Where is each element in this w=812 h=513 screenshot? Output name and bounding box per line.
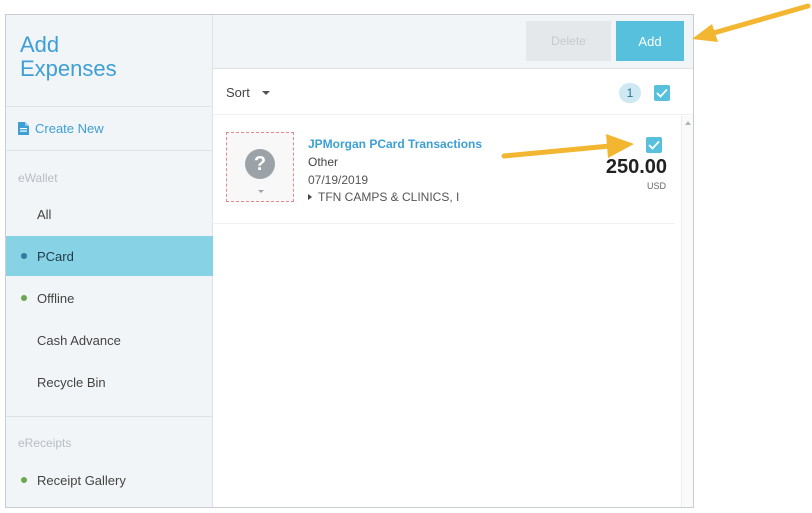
expand-caret-icon <box>308 194 312 200</box>
sort-dropdown[interactable]: Sort <box>226 85 270 100</box>
question-icon: ? <box>245 149 275 179</box>
scrollbar[interactable] <box>681 116 693 507</box>
create-new-button[interactable]: Create New <box>18 119 104 137</box>
expense-type: Other <box>308 155 339 169</box>
title-line-2: Expenses <box>20 56 117 81</box>
delete-button[interactable]: Delete <box>526 21 611 61</box>
main-panel: Delete Add Sort 1 ? JPMorgan PCard Trans… <box>213 15 693 507</box>
sidebar-item-label: All <box>37 206 52 222</box>
divider <box>6 416 213 417</box>
divider <box>6 106 213 107</box>
divider <box>6 150 213 151</box>
expense-date: 07/19/2019 <box>308 173 369 187</box>
sidebar-item-label: Recycle Bin <box>37 374 106 390</box>
checkbox-icon <box>656 88 668 98</box>
row-checkbox[interactable] <box>646 137 662 153</box>
page-title: Add Expenses <box>20 33 117 81</box>
document-icon <box>18 121 29 135</box>
status-dot <box>21 295 27 301</box>
status-dot <box>21 253 27 259</box>
list-item[interactable]: ? JPMorgan PCard Transactions Other 07/1… <box>213 116 675 224</box>
sidebar-item-receipt-gallery[interactable]: Receipt Gallery <box>6 460 213 500</box>
status-dot <box>21 477 27 483</box>
vendor-label: TFN CAMPS & CLINICS, I <box>318 190 460 204</box>
section-label-ewallet: eWallet <box>18 171 58 185</box>
toolbar: Delete Add <box>213 15 693 69</box>
expense-currency: USD <box>646 181 666 191</box>
arrow-annotation-icon <box>692 3 811 42</box>
sidebar-item-offline[interactable]: Offline <box>6 278 213 318</box>
expense-title-link[interactable]: JPMorgan PCard Transactions <box>308 137 482 151</box>
sidebar-item-cash-advance[interactable]: Cash Advance <box>6 320 213 360</box>
title-line-1: Add <box>20 32 60 57</box>
sort-caret-icon <box>261 90 270 95</box>
expense-vendor[interactable]: TFN CAMPS & CLINICS, I <box>308 190 459 204</box>
add-button[interactable]: Add <box>616 21 684 61</box>
scroll-up-icon <box>685 121 691 125</box>
sidebar: Add Expenses Create New eWallet All PCar… <box>6 15 213 507</box>
arrow-annotation-icon <box>501 134 634 159</box>
section-label-ereceipts: eReceipts <box>18 436 72 450</box>
receipt-thumbnail[interactable]: ? <box>226 132 294 202</box>
sidebar-item-all[interactable]: All <box>6 194 213 234</box>
checkbox-icon <box>648 140 660 150</box>
sort-label: Sort <box>226 85 250 100</box>
sidebar-item-label: Cash Advance <box>37 332 121 348</box>
sidebar-item-pcard[interactable]: PCard <box>6 236 213 276</box>
create-new-label: Create New <box>35 120 104 136</box>
select-all-checkbox[interactable] <box>654 85 670 101</box>
add-expenses-dialog: Add Expenses Create New eWallet All PCar… <box>5 14 694 508</box>
sidebar-item-label: Offline <box>37 290 75 306</box>
sidebar-item-recycle-bin[interactable]: Recycle Bin <box>6 362 213 402</box>
sidebar-item-label: PCard <box>37 248 74 264</box>
expense-list: ? JPMorgan PCard Transactions Other 07/1… <box>213 116 693 507</box>
chevron-down-icon <box>258 190 264 193</box>
selected-count-badge: 1 <box>619 83 641 103</box>
sidebar-item-label: Receipt Gallery <box>37 472 126 488</box>
sort-bar: Sort 1 <box>213 70 693 115</box>
